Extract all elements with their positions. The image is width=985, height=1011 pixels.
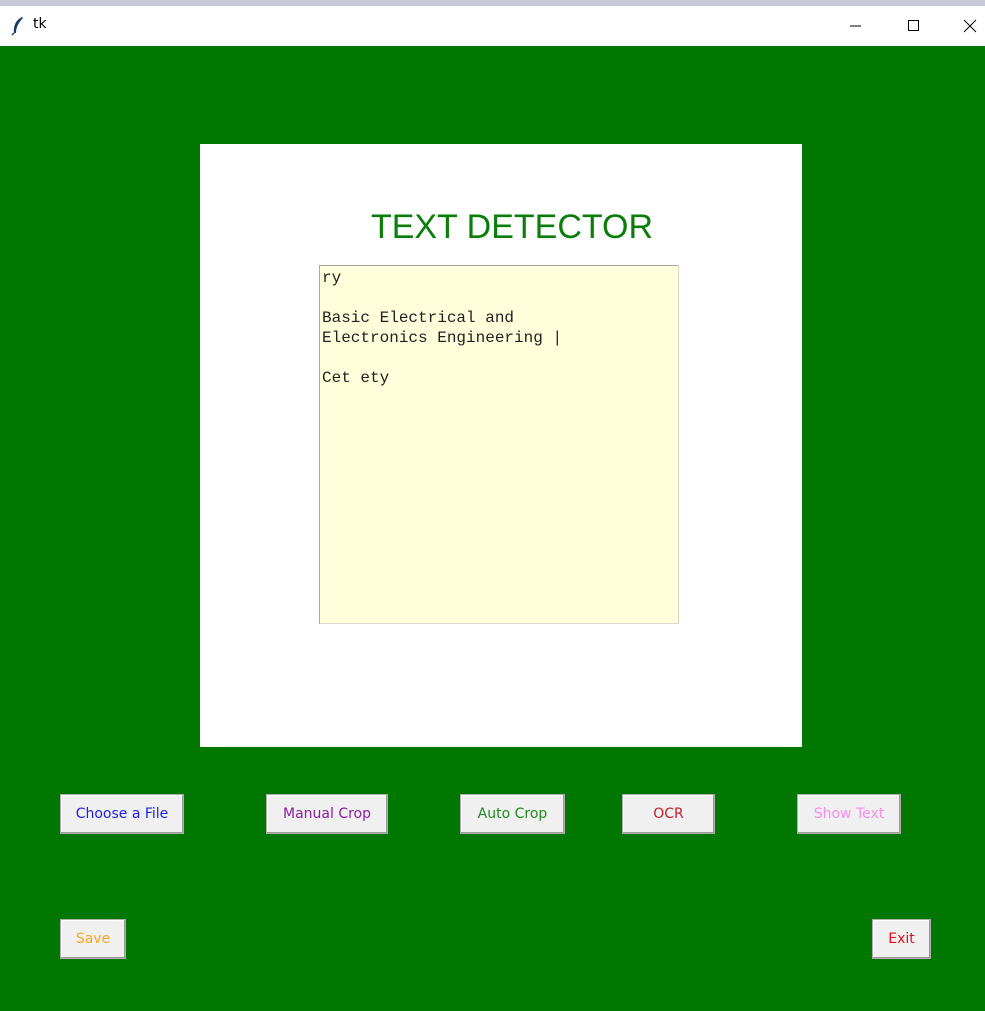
exit-button[interactable]: Exit <box>872 919 931 959</box>
show-text-button[interactable]: Show Text <box>797 794 901 834</box>
ocr-text-line <box>322 348 676 368</box>
app-client-area: TEXT DETECTOR ry Basic Electrical and Elec… <box>0 46 985 1011</box>
close-button[interactable] <box>943 6 985 46</box>
ocr-text-line: ry <box>322 269 342 287</box>
ocr-text-line: Cet ety <box>322 369 390 387</box>
ocr-text-output[interactable]: ry Basic Electrical and Electronics Engine… <box>319 265 679 624</box>
app-heading: TEXT DETECTOR <box>370 208 654 246</box>
exit-label: Exit <box>888 931 915 947</box>
manual-crop-label: Manual Crop <box>283 806 371 822</box>
minimize-icon <box>850 25 861 27</box>
show-text-label: Show Text <box>813 806 885 822</box>
maximize-button[interactable] <box>885 6 943 46</box>
window-title: tk <box>33 16 47 32</box>
manual-crop-button[interactable]: Manual Crop <box>266 794 388 834</box>
ocr-text-line: Electronics Engineering | <box>322 329 563 347</box>
ocr-text-line: Basic Electrical and <box>322 309 515 327</box>
auto-crop-button[interactable]: Auto Crop <box>460 794 565 834</box>
ocr-text-line <box>322 288 676 308</box>
maximize-icon <box>908 20 919 31</box>
choose-file-label: Choose a File <box>75 806 169 822</box>
close-icon <box>963 19 977 33</box>
auto-crop-label: Auto Crop <box>477 806 548 822</box>
title-bar[interactable]: tk <box>0 6 985 46</box>
minimize-button[interactable] <box>827 6 885 46</box>
feather-icon <box>10 16 26 36</box>
save-button[interactable]: Save <box>60 919 126 959</box>
choose-file-button[interactable]: Choose a File <box>60 794 184 834</box>
save-label: Save <box>75 931 111 947</box>
ocr-button[interactable]: OCR <box>622 794 715 834</box>
ocr-label: OCR <box>653 806 684 822</box>
main-panel: TEXT DETECTOR ry Basic Electrical and Elec… <box>200 144 802 747</box>
